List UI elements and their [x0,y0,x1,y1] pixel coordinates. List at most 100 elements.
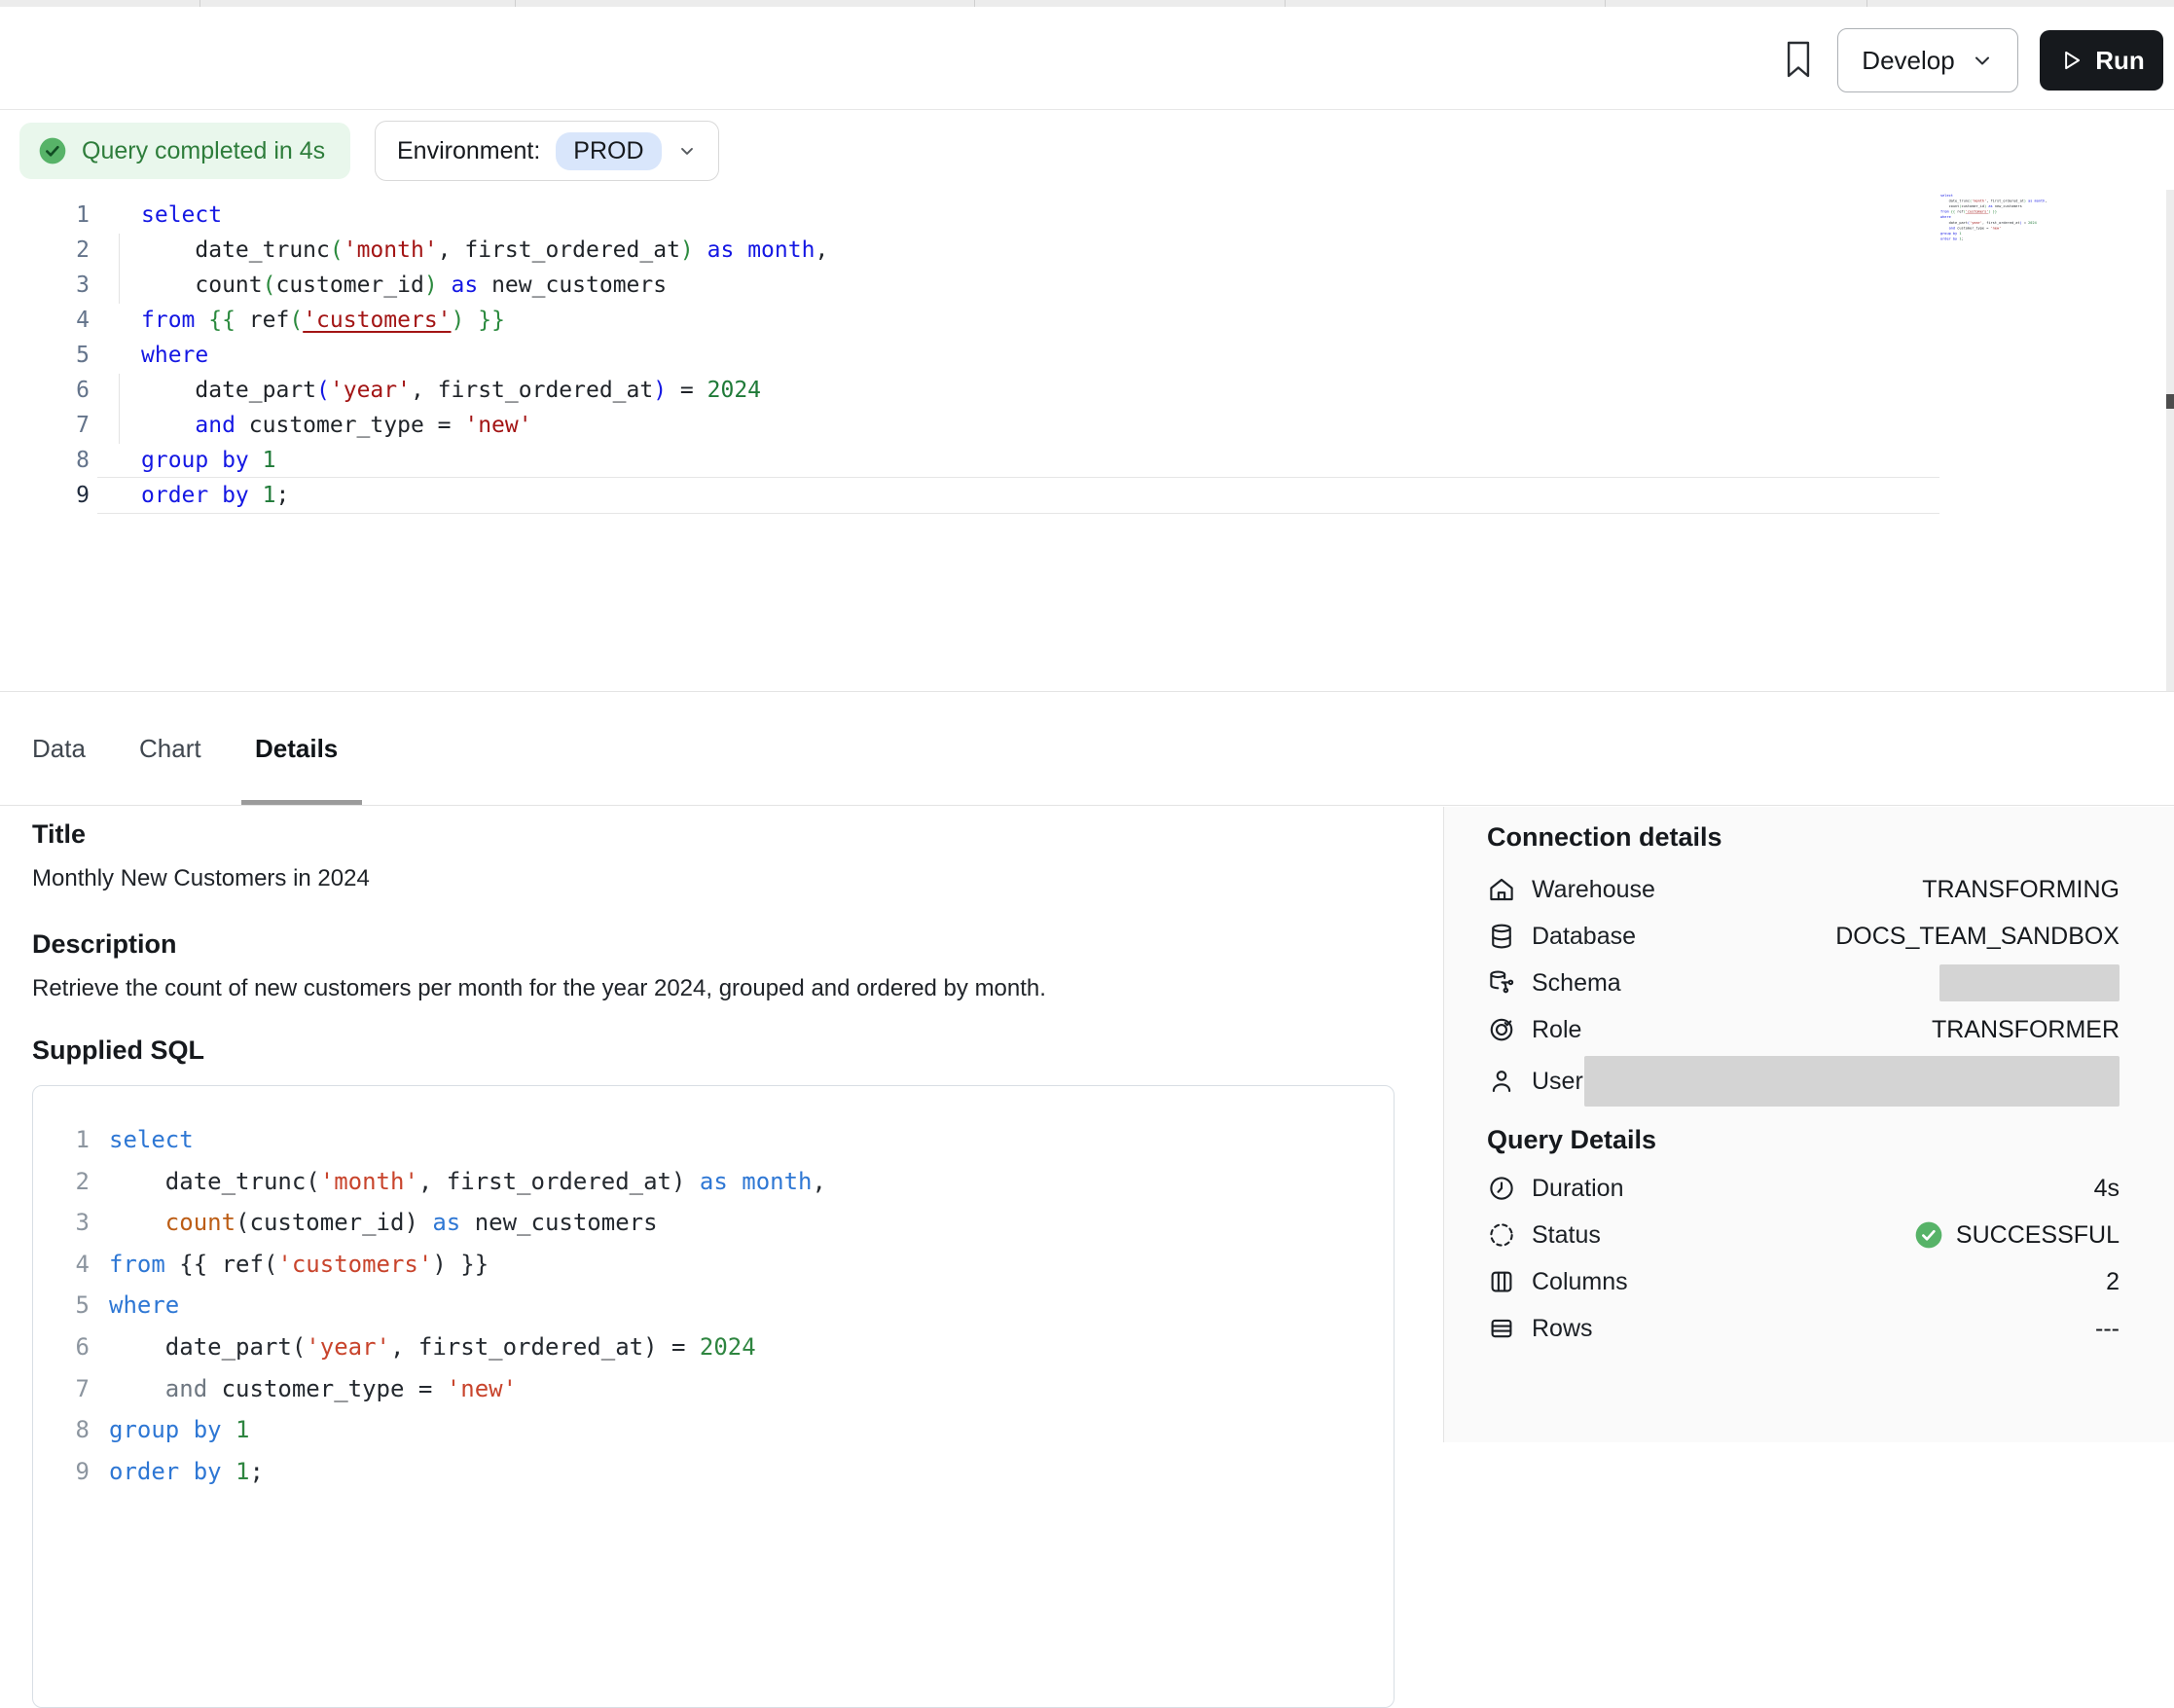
tab-strip-divider [199,0,200,7]
indent-guide [119,234,120,304]
code-token: , first_ordered_at [411,378,653,403]
redacted-value [1939,964,2120,1001]
editor-minimap[interactable]: select date_trunc('month', first_ordered… [1940,193,2049,261]
environment-selector[interactable]: Environment: PROD [375,121,719,181]
code-token: count [165,1209,236,1236]
code-line[interactable]: date_trunc('month', first_ordered_at) as… [141,233,828,268]
code-line[interactable]: select [141,198,828,233]
redacted-value [1584,1056,2120,1107]
row-label: Columns [1532,1268,1628,1296]
code-token: 'customers' [277,1251,432,1278]
schema-row: Schema [1487,960,2120,1006]
tab-strip-divider [515,0,516,7]
tab-strip-divider [974,0,975,7]
code-token: 'month' [1972,199,1986,202]
row-label: User [1532,1068,1583,1096]
code-token: new_customers [460,1209,657,1236]
line-number: 1 [33,1119,109,1161]
code-token [109,1209,165,1236]
develop-label: Develop [1862,46,1954,76]
code-token: select [141,202,222,228]
tab-strip-divider [1285,0,1286,7]
code-token: ) }} [432,1251,489,1278]
code-token [1940,226,1949,230]
code-token: month [747,237,815,263]
code-line[interactable]: order by 1; [1940,236,2049,242]
sql-editor[interactable]: 123456789 select date_trunc('month', fir… [0,190,2174,691]
status-icon [1487,1220,1516,1250]
line-number: 2 [0,233,90,268]
row-label: Status [1532,1221,1601,1250]
code-token: count [1940,204,1959,208]
row-label: Warehouse [1532,876,1655,904]
tab-chart[interactable]: Chart [139,692,201,806]
code-line[interactable]: count(customer_id) as new_customers [141,268,828,303]
code-token: , [813,1168,826,1195]
code-line[interactable]: order by 1; [141,478,828,513]
sql-code: and customer_type = 'new' [109,1368,517,1410]
code-token: customer_id [275,273,423,298]
details-content: Title Monthly New Customers in 2024 Desc… [32,819,1406,1708]
warehouse-icon [1487,875,1516,904]
title-heading: Title [32,819,1406,850]
code-token: order by [109,1458,222,1485]
code-token: from [141,308,195,333]
chevron-down-icon [677,141,697,161]
sql-line: 2 date_trunc('month', first_ordered_at) … [33,1161,1394,1203]
code-line[interactable]: group by 1 [141,443,828,478]
code-token: order by [1940,236,1957,240]
code-line[interactable]: and customer_type = 'new' [141,408,828,443]
code-token [728,1168,742,1195]
code-token: month [742,1168,812,1195]
sql-code: where [109,1285,179,1326]
code-token: 1 [236,1416,249,1443]
tab-details[interactable]: Details [255,692,338,806]
code-token: from [1940,210,1949,214]
code-token: month [2035,199,2046,202]
sql-code: order by 1; [109,1451,264,1493]
sql-line: 5where [33,1285,1394,1326]
code-token [464,308,478,333]
code-token: 'month' [344,237,438,263]
row-value: DOCS_TEAM_SANDBOX [1835,923,2120,951]
status-badge: SUCCESSFUL [1913,1219,2120,1251]
code-token: customer_type = [207,1375,447,1402]
columns-icon [1487,1267,1516,1296]
code-token: 2024 [2028,221,2037,225]
code-token: , first_ordered_at) [418,1168,700,1195]
code-token: ( [316,378,330,403]
code-line[interactable]: date_part('year', first_ordered_at) = 20… [141,373,828,408]
row-value: --- [2095,1315,2120,1343]
editor-code-lines[interactable]: select date_trunc('month', first_ordered… [141,198,828,513]
sql-line: 6 date_part('year', first_ordered_at) = … [33,1326,1394,1368]
scrollbar-thumb[interactable] [2166,394,2174,409]
code-token: date_part( [109,1333,306,1361]
query-detail-rows: Duration4sStatusSUCCESSFULColumns2Rows--… [1487,1165,2120,1352]
run-button[interactable]: Run [2040,30,2163,91]
code-token [249,483,263,508]
code-token: 'new' [464,413,531,438]
code-token: 1 [1959,232,1961,236]
bookmark-button[interactable] [1775,34,1822,85]
row-value: TRANSFORMER [1932,1016,2120,1044]
code-line[interactable]: from {{ ref('customers') }} [141,303,828,338]
code-token [734,237,747,263]
line-number: 5 [33,1285,109,1326]
row-label: Database [1532,923,1636,951]
rows-icon [1487,1314,1516,1343]
supplied-sql-heading: Supplied SQL [32,1036,1406,1066]
sql-line: 9order by 1; [33,1451,1394,1493]
develop-dropdown-button[interactable]: Develop [1837,28,2018,92]
code-line[interactable]: where [141,338,828,373]
code-token [141,413,195,438]
tab-data[interactable]: Data [32,692,86,806]
line-number: 2 [33,1161,109,1203]
line-number: 6 [33,1326,109,1368]
code-token: where [1940,215,1951,219]
code-token: 'customers' [303,308,451,333]
editor-scrollbar[interactable] [2166,190,2174,698]
environment-label: Environment: [397,137,540,165]
code-token [222,1458,236,1485]
code-token: group by [1940,232,1957,236]
row-value: SUCCESSFUL [1956,1221,2120,1250]
